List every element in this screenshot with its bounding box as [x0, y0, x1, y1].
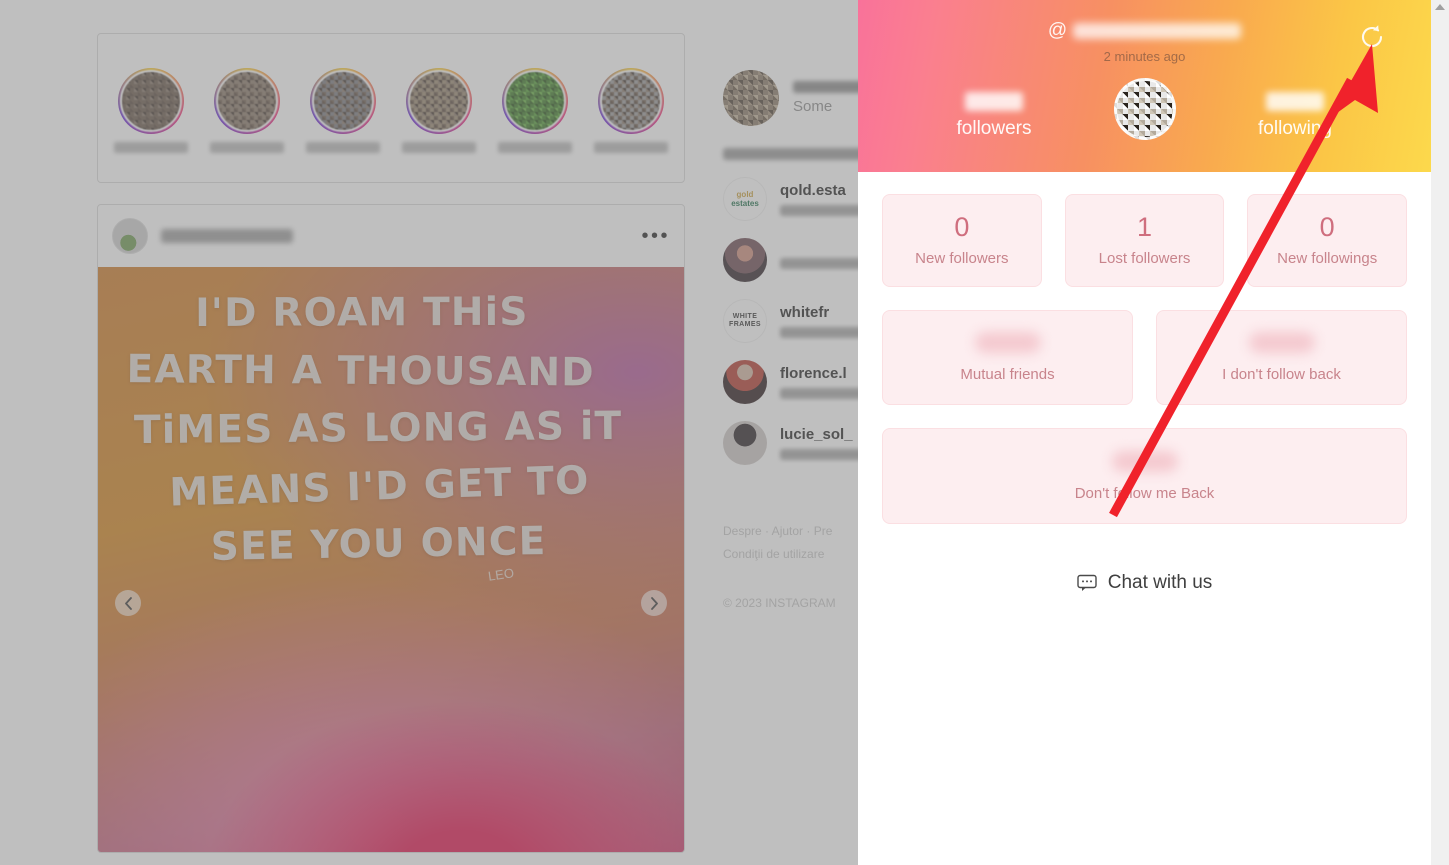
followers-count-blurred: [965, 92, 1023, 111]
suggestion-avatar[interactable]: gold estates: [723, 177, 767, 221]
refresh-button[interactable]: [1357, 22, 1387, 52]
followers-stat[interactable]: followers: [924, 92, 1064, 140]
chevron-right-icon: [650, 596, 658, 610]
post-image: I'D ROAM THiS EARTH A THOUSAND TiMES AS …: [98, 267, 684, 852]
panel-header: @ 2 minutes ago followers following: [858, 0, 1431, 172]
stat-card-lost-followers[interactable]: 1 Lost followers: [1064, 194, 1225, 287]
header-stats: followers following: [858, 64, 1431, 140]
refresh-icon: [1362, 25, 1383, 48]
carousel-prev-button[interactable]: [115, 590, 141, 616]
suggestion-avatar[interactable]: [723, 238, 767, 282]
quote-line: EARTH A THOUSAND: [126, 346, 595, 396]
account-handle-blurred: [1073, 23, 1242, 39]
suggestion-avatar[interactable]: WHITE FRAMES: [723, 299, 767, 343]
story-avatar: [120, 69, 182, 132]
stat-card-new-followers[interactable]: 0 New followers: [882, 194, 1042, 287]
feed-post: ••• I'D ROAM THiS EARTH A THOUSAND TiMES…: [97, 204, 685, 853]
story-username-blurred: [594, 141, 668, 153]
stat-card-dont-follow-me-back[interactable]: Don't follow me Back: [882, 428, 1407, 524]
stat-label: I don't follow back: [1222, 366, 1341, 383]
story-username-blurred: [114, 141, 188, 153]
story-item[interactable]: [114, 67, 188, 153]
post-image-signature: LEO: [487, 565, 515, 584]
post-header: •••: [98, 205, 684, 267]
story-item[interactable]: [210, 67, 284, 153]
story-username-blurred: [210, 141, 284, 153]
story-ring: [310, 67, 376, 134]
post-more-options-button[interactable]: •••: [641, 226, 670, 246]
account-handle-row: @: [858, 0, 1431, 42]
stat-value: 0: [954, 212, 970, 242]
story-avatar: [600, 69, 662, 132]
avatar[interactable]: [1113, 78, 1176, 140]
panel-body: 0 New followers 1 Lost followers 0 New f…: [858, 172, 1431, 594]
story-avatar: [312, 69, 374, 132]
stat-value: 1: [1136, 212, 1153, 242]
stat-label: Mutual friends: [960, 366, 1055, 383]
stat-label: New followings: [1277, 250, 1378, 267]
story-ring: [406, 67, 472, 134]
story-item[interactable]: [306, 67, 380, 153]
stories-tray[interactable]: [97, 33, 685, 183]
story-item[interactable]: [498, 67, 572, 153]
scroll-up-arrow-icon[interactable]: [1435, 4, 1445, 10]
post-author-avatar[interactable]: [112, 218, 148, 254]
avatar[interactable]: [723, 70, 779, 126]
story-item[interactable]: [594, 67, 668, 153]
stat-value-blurred: [974, 332, 1041, 353]
vertical-scrollbar[interactable]: [1431, 0, 1449, 865]
chevron-left-icon: [124, 596, 132, 610]
chat-with-us-button[interactable]: Chat with us: [882, 572, 1407, 594]
story-ring: [502, 67, 568, 134]
chat-with-us-label: Chat with us: [1107, 572, 1213, 593]
followers-label: followers: [956, 118, 1032, 139]
last-updated-label: 2 minutes ago: [1103, 49, 1186, 64]
profile-avatar-wrap: [1085, 78, 1205, 140]
carousel-next-button[interactable]: [641, 590, 667, 616]
stat-value-blurred: [1111, 450, 1178, 472]
stat-card-new-followings[interactable]: 0 New followings: [1247, 194, 1408, 287]
story-username-blurred: [402, 141, 476, 153]
story-ring: [598, 67, 664, 134]
stat-value-blurred: [1248, 332, 1315, 353]
quote-line: SEE YOU ONCE: [210, 518, 547, 570]
stat-card-i-dont-follow-back[interactable]: I don't follow back: [1156, 310, 1407, 405]
following-label: following: [1258, 118, 1332, 139]
chat-bubble-icon: [1077, 574, 1097, 591]
stat-card-mutual-friends[interactable]: Mutual friends: [882, 310, 1133, 405]
stats-row-tertiary: Don't follow me Back: [882, 428, 1407, 524]
quote-line: TiMES AS LONG AS iT: [133, 404, 623, 454]
stat-label: New followers: [915, 250, 1009, 267]
story-ring: [214, 67, 280, 134]
following-count-blurred: [1266, 92, 1324, 111]
stats-row-primary: 0 New followers 1 Lost followers 0 New f…: [882, 194, 1408, 287]
quote-line: I'D ROAM THiS: [195, 289, 529, 336]
story-username-blurred: [498, 141, 572, 153]
stats-row-secondary: Mutual friends I don't follow back: [882, 310, 1407, 405]
following-stat[interactable]: following: [1225, 92, 1365, 140]
stat-label: Don't follow me Back: [1074, 484, 1215, 502]
story-item[interactable]: [402, 67, 476, 153]
suggestion-avatar[interactable]: [723, 360, 767, 404]
story-avatar: [408, 69, 470, 132]
at-symbol: @: [1047, 20, 1068, 41]
suggestion-avatar[interactable]: [723, 421, 767, 465]
story-ring: [118, 67, 184, 134]
story-avatar: [504, 69, 566, 132]
story-avatar: [216, 69, 278, 132]
stat-label: Lost followers: [1098, 250, 1191, 267]
story-username-blurred: [306, 141, 380, 153]
post-author-username-blurred[interactable]: [161, 229, 293, 243]
post-image-quote: I'D ROAM THiS EARTH A THOUSAND TiMES AS …: [123, 279, 658, 580]
stat-value: 0: [1319, 212, 1335, 242]
instagram-main-column: ••• I'D ROAM THiS EARTH A THOUSAND TiMES…: [97, 33, 685, 853]
screenshot-root: ••• I'D ROAM THiS EARTH A THOUSAND TiMES…: [0, 0, 1449, 865]
followers-tracker-panel: @ 2 minutes ago followers following 0 Ne…: [858, 0, 1431, 865]
